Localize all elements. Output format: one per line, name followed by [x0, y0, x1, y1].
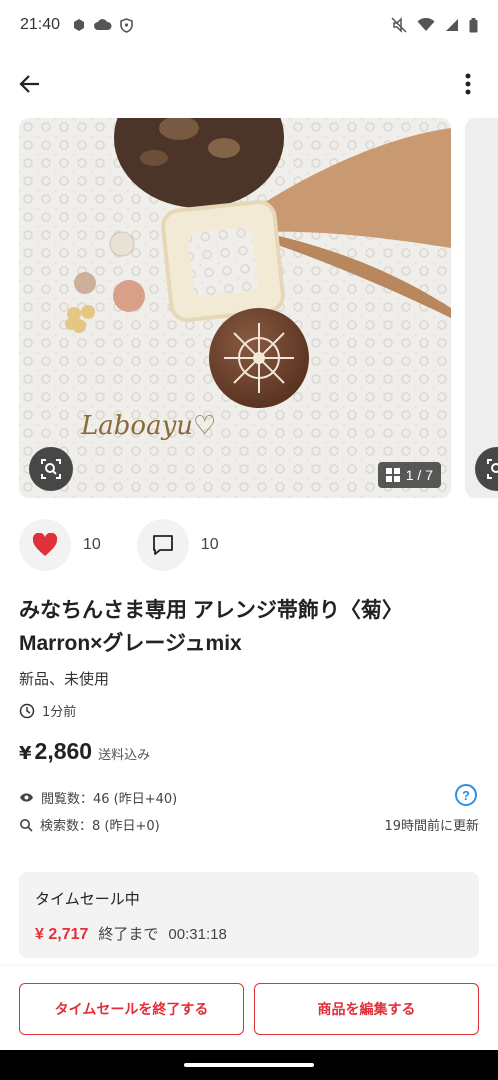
image-search-icon [41, 459, 61, 479]
app-notification-icon [74, 19, 85, 31]
more-vert-icon [465, 73, 471, 95]
item-condition: 新品、未使用 [19, 670, 110, 688]
like-button[interactable] [19, 519, 71, 571]
updated-time: 19時間前に更新 [384, 819, 479, 834]
time-sale-card: タイムセール中 ¥ 2,717 終了まで 00:31:18 [19, 872, 479, 958]
mute-icon [391, 17, 407, 33]
photo-gallery[interactable]: Laboayu♡ 1 / 7 [0, 118, 498, 498]
photo-counter-label: 1 / 7 [405, 467, 433, 483]
price-currency: ¥ [19, 743, 32, 764]
sale-until-label: 終了まで [98, 925, 159, 943]
back-button[interactable] [16, 70, 44, 98]
sale-timer: 00:31:18 [168, 926, 227, 943]
comment-count: 10 [200, 536, 219, 553]
item-title: みなちんさま専用 アレンジ帯飾り〈菊〉Marron×グレージュmix [19, 599, 403, 655]
heart-icon [32, 533, 58, 556]
photo-counter[interactable]: 1 / 7 [377, 462, 441, 488]
item-price: ¥ 2,860 送料込み [19, 738, 150, 765]
edit-item-button[interactable]: 商品を編集する [254, 983, 479, 1035]
shield-icon [120, 17, 133, 33]
engagement-row: 10 10 [19, 519, 255, 571]
signal-icon [446, 19, 458, 31]
photo-signature: Laboayu♡ [80, 411, 216, 441]
view-count: 閲覧数：46 (昨日+40) [19, 788, 177, 807]
posted-time-label: 1分前 [42, 705, 77, 720]
like-count: 10 [83, 536, 101, 553]
eye-icon [20, 793, 33, 802]
comment-button[interactable] [136, 519, 189, 571]
product-photo[interactable]: Laboayu♡ 1 / 7 [19, 118, 451, 498]
wifi-icon [417, 18, 435, 31]
image-search-button-next[interactable] [475, 447, 498, 491]
gallery-grid-icon [385, 468, 400, 482]
price-amount: 2,860 [34, 738, 93, 764]
shipping-included: 送料込み [98, 748, 151, 763]
battery-icon [469, 17, 478, 32]
sale-price: ¥ 2,717 [35, 926, 89, 943]
top-toolbar [0, 58, 498, 110]
view-count-label: 閲覧数：46 (昨日+40) [41, 792, 178, 807]
home-gesture-handle[interactable] [184, 1063, 314, 1067]
comment-icon [152, 535, 173, 555]
search-icon [20, 818, 33, 832]
status-time: 21:40 [20, 16, 61, 33]
image-search-icon [487, 459, 498, 479]
clock-icon [19, 703, 35, 718]
end-time-sale-button[interactable]: タイムセールを終了する [19, 983, 244, 1035]
product-image: Laboayu♡ [19, 118, 451, 498]
search-count-label: 検索数：8 (昨日+0) [40, 819, 160, 834]
cloud-icon [94, 19, 112, 30]
time-sale-label: タイムセール中 [35, 890, 140, 908]
next-photo-preview[interactable] [465, 118, 498, 498]
system-nav-bar [0, 1050, 498, 1080]
more-options-button[interactable] [454, 70, 482, 98]
status-bar: 21:40 [0, 0, 498, 50]
search-count: 検索数：8 (昨日+0) [19, 815, 160, 834]
help-icon[interactable]: ? [455, 784, 477, 806]
bottom-action-bar: タイムセールを終了する 商品を編集する [0, 966, 498, 1050]
arrow-left-icon [19, 75, 39, 93]
image-search-button[interactable] [29, 447, 73, 491]
posted-time: 1分前 [19, 701, 76, 720]
